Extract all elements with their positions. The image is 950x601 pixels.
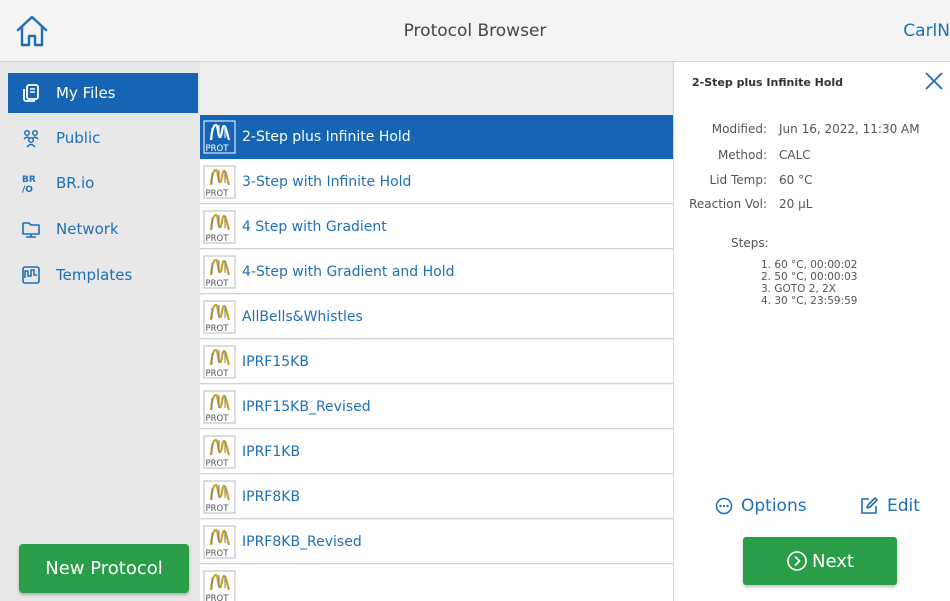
file-name: 2-Step plus Infinite Hold bbox=[242, 128, 411, 145]
edit-icon bbox=[861, 497, 878, 514]
next-label: Next bbox=[812, 550, 854, 572]
protocol-file-icon: PROT bbox=[203, 435, 236, 469]
step-item: 2. 50 °C, 00:00:03 bbox=[761, 271, 858, 283]
protocol-file-icon: PROT bbox=[203, 120, 236, 154]
protocol-file-icon: PROT bbox=[203, 570, 236, 601]
svg-text:BR: BR bbox=[22, 175, 36, 185]
next-arrow-icon bbox=[787, 551, 807, 571]
file-name: IPRF15KB_Revised bbox=[242, 398, 371, 415]
file-name: IPRF1KB bbox=[242, 443, 301, 460]
modified-value: Jun 16, 2022, 11:30 AM bbox=[779, 122, 920, 136]
more-options-icon bbox=[715, 497, 733, 515]
step-item: 1. 60 °C, 00:00:02 bbox=[761, 259, 858, 271]
file-name: 4 Step with Gradient bbox=[242, 218, 387, 235]
edit-label: Edit bbox=[887, 496, 920, 516]
method-label: Method: bbox=[717, 148, 767, 162]
brio-logo-icon: BR/O bbox=[20, 172, 42, 194]
file-name: IPRF8KB_Revised bbox=[242, 533, 362, 550]
file-list: PROT 2-Step plus Infinite Hold PROT 3-Step … bbox=[200, 62, 674, 601]
options-button[interactable]: Options bbox=[715, 492, 807, 520]
files-icon bbox=[20, 82, 42, 104]
file-row[interactable]: PROT IPRF8KB bbox=[200, 475, 673, 519]
protocol-file-icon: PROT bbox=[203, 300, 236, 334]
sidebar-item-label: My Files bbox=[56, 84, 116, 102]
file-row[interactable]: PROT 4 Step with Gradient bbox=[200, 205, 673, 249]
svg-text:/O: /O bbox=[22, 185, 33, 193]
step-item: 3. GOTO 2, 2X bbox=[761, 283, 837, 295]
svg-text:PROT: PROT bbox=[206, 594, 230, 601]
svg-text:PROT: PROT bbox=[206, 459, 230, 469]
svg-text:PROT: PROT bbox=[206, 144, 230, 154]
svg-text:PROT: PROT bbox=[206, 504, 230, 514]
protocol-file-icon: PROT bbox=[203, 165, 236, 199]
protocol-file-icon: PROT bbox=[203, 210, 236, 244]
details-panel: 2-Step plus Infinite Hold Modified: Jun … bbox=[675, 62, 950, 601]
svg-text:PROT: PROT bbox=[206, 279, 230, 289]
sidebar-item-my-files[interactable]: My Files bbox=[8, 73, 198, 113]
file-row[interactable]: PROT 4-Step with Gradient and Hold bbox=[200, 250, 673, 294]
svg-text:PROT: PROT bbox=[206, 234, 230, 244]
lid-temp-label: Lid Temp: bbox=[709, 173, 767, 187]
svg-text:PROT: PROT bbox=[206, 369, 230, 379]
file-row[interactable]: PROT IPRF15KB_Revised bbox=[200, 385, 673, 429]
list-header bbox=[200, 62, 673, 114]
sidebar-item-templates[interactable]: Templates bbox=[8, 255, 198, 295]
file-row[interactable]: PROT 2-Step plus Infinite Hold bbox=[200, 115, 673, 159]
header-bar: Protocol Browser CarlN bbox=[0, 0, 950, 62]
protocol-file-icon: PROT bbox=[203, 390, 236, 424]
next-button[interactable]: Next bbox=[743, 537, 897, 585]
protocol-file-icon: PROT bbox=[203, 255, 236, 289]
sidebar-item-label: Templates bbox=[56, 266, 133, 284]
svg-text:PROT: PROT bbox=[206, 549, 230, 559]
file-row[interactable]: PROT 3-Step with Infinite Hold bbox=[200, 160, 673, 204]
sidebar: My Files Public BR/O BR.io Network Templ… bbox=[0, 62, 200, 601]
reaction-vol-value: 20 µL bbox=[779, 197, 813, 211]
details-title: 2-Step plus Infinite Hold bbox=[692, 76, 844, 89]
close-button[interactable] bbox=[923, 70, 945, 92]
svg-text:PROT: PROT bbox=[206, 324, 230, 334]
file-name: AllBells&Whistles bbox=[242, 308, 363, 325]
sidebar-item-network[interactable]: Network bbox=[8, 209, 198, 249]
edit-button[interactable]: Edit bbox=[859, 492, 920, 520]
sidebar-item-public[interactable]: Public bbox=[8, 118, 198, 158]
file-row[interactable]: PROT bbox=[200, 565, 673, 601]
close-icon bbox=[925, 72, 943, 90]
step-item: 4. 30 °C, 23:59:59 bbox=[761, 295, 858, 307]
file-name: IPRF8KB bbox=[242, 488, 301, 505]
protocol-file-icon: PROT bbox=[203, 345, 236, 379]
people-icon bbox=[20, 127, 42, 149]
sidebar-item-brio[interactable]: BR/O BR.io bbox=[8, 163, 198, 203]
network-folder-icon bbox=[20, 218, 42, 240]
reaction-vol-label: Reaction Vol: bbox=[689, 197, 767, 211]
protocol-file-icon: PROT bbox=[203, 480, 236, 514]
svg-text:PROT: PROT bbox=[206, 414, 230, 424]
file-name: 4-Step with Gradient and Hold bbox=[242, 263, 455, 280]
options-label: Options bbox=[741, 496, 807, 516]
file-row[interactable]: PROT IPRF1KB bbox=[200, 430, 673, 474]
file-row[interactable]: PROT IPRF8KB_Revised bbox=[200, 520, 673, 564]
method-value: CALC bbox=[779, 148, 811, 162]
sidebar-item-label: Network bbox=[56, 220, 119, 238]
protocol-file-icon: PROT bbox=[203, 525, 236, 559]
file-name: IPRF15KB bbox=[242, 353, 309, 370]
file-name: 3-Step with Infinite Hold bbox=[242, 173, 412, 190]
modified-label: Modified: bbox=[711, 122, 767, 136]
page-title: Protocol Browser bbox=[403, 21, 547, 41]
file-row[interactable]: PROT IPRF15KB bbox=[200, 340, 673, 384]
file-row[interactable]: PROT AllBells&Whistles bbox=[200, 295, 673, 339]
new-protocol-button[interactable]: New Protocol bbox=[19, 544, 189, 593]
svg-text:PROT: PROT bbox=[206, 189, 230, 199]
sidebar-item-label: Public bbox=[56, 129, 101, 147]
steps-label: Steps: bbox=[731, 236, 769, 250]
user-name[interactable]: CarlN bbox=[903, 0, 950, 62]
sidebar-item-label: BR.io bbox=[56, 174, 95, 192]
template-icon bbox=[20, 264, 42, 286]
lid-temp-value: 60 °C bbox=[779, 173, 813, 187]
